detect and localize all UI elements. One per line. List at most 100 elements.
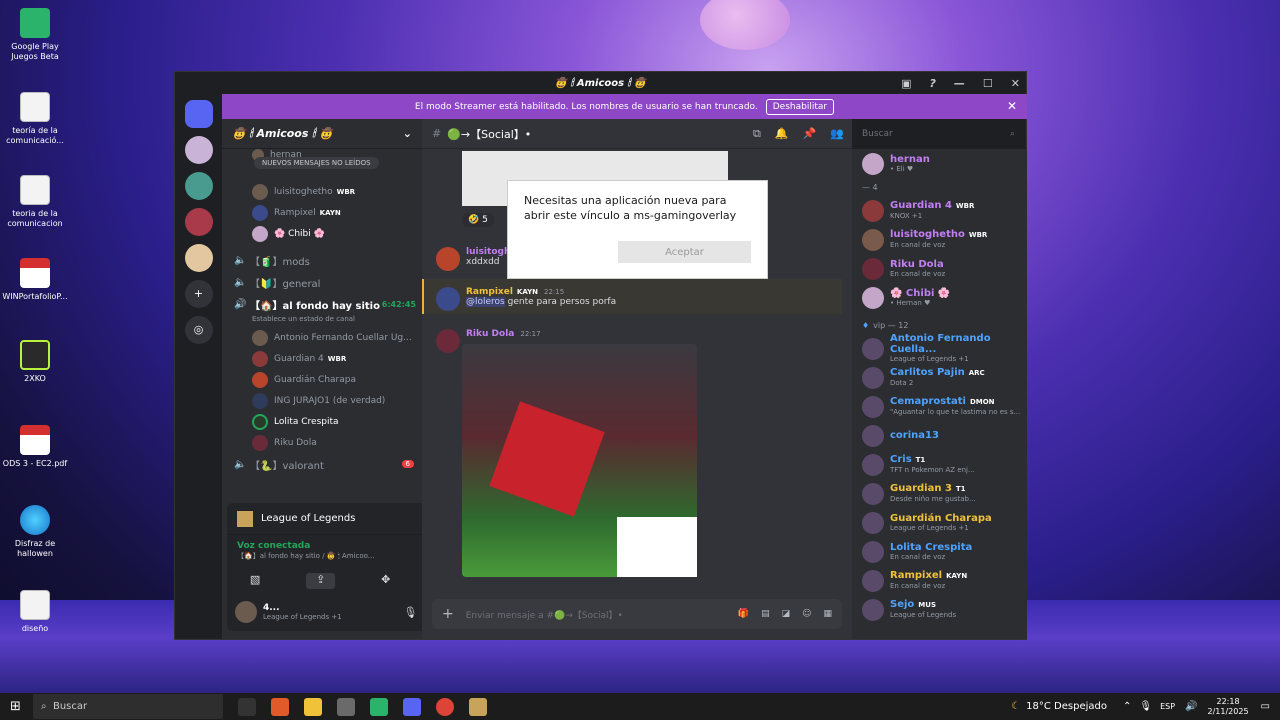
avatar bbox=[436, 247, 460, 271]
voice-member[interactable]: Riku Dola bbox=[222, 432, 422, 453]
avatar bbox=[252, 329, 268, 346]
voice-channel-active[interactable]: 🔊 【🏠】al fondo hay sitio 6:42:45 bbox=[222, 293, 422, 315]
emoji-picker-icon[interactable]: ☺ bbox=[802, 609, 811, 619]
search-icon: ⌕ bbox=[41, 701, 53, 712]
search-input[interactable]: Buscar ⌕ bbox=[856, 123, 1021, 145]
accept-button[interactable]: Aceptar bbox=[618, 241, 751, 263]
mention[interactable]: @loleros bbox=[466, 297, 505, 307]
volume-icon[interactable]: 🔊 bbox=[1185, 701, 1197, 712]
league-icon[interactable] bbox=[469, 697, 487, 716]
channel-status[interactable]: Establece un estado de canal bbox=[222, 315, 422, 327]
message[interactable]: luisitogh xddxdd bbox=[436, 247, 510, 271]
member-item[interactable]: corina13 bbox=[852, 421, 1027, 450]
help-icon[interactable]: ? bbox=[930, 77, 936, 90]
member-item[interactable]: Guardian 3 T1 Desde niño me gustab... bbox=[852, 479, 1027, 508]
app-icon[interactable] bbox=[370, 697, 388, 716]
server-icon[interactable] bbox=[184, 172, 213, 200]
member-item[interactable]: Guardián Charapa League of Legends +1 bbox=[852, 508, 1027, 537]
camera-icon[interactable]: ▧ bbox=[250, 573, 260, 589]
discord-home-icon[interactable] bbox=[184, 100, 213, 128]
close-banner-icon[interactable]: ✕ bbox=[1007, 99, 1017, 113]
close-button[interactable]: ✕ bbox=[1011, 77, 1020, 90]
clock[interactable]: 22:18 2/11/2025 bbox=[1208, 697, 1249, 717]
desktop-icon-pdf2[interactable]: ODS 3 - EC2.pdf bbox=[0, 425, 70, 469]
attachment-image[interactable] bbox=[462, 344, 697, 577]
avatar bbox=[862, 257, 884, 280]
language-indicator[interactable]: ESP bbox=[1160, 702, 1175, 711]
explore-icon[interactable]: ◎ bbox=[184, 316, 213, 344]
members-icon[interactable]: 👥 bbox=[830, 127, 844, 141]
server-icon[interactable] bbox=[184, 136, 213, 164]
desktop-icon-doc1[interactable]: teoría de la comunicació... bbox=[0, 92, 70, 146]
add-server-icon[interactable]: + bbox=[184, 280, 213, 308]
brave-icon[interactable] bbox=[271, 697, 289, 716]
gif-icon[interactable]: ▤ bbox=[761, 609, 770, 619]
voice-member[interactable]: ING JURAJO1 (de verdad) bbox=[222, 390, 422, 411]
voice-channel-valorant[interactable]: 🔈 【🐍】valorant 6 bbox=[222, 453, 422, 475]
apps-icon[interactable]: ▦ bbox=[823, 609, 832, 619]
member-item[interactable]: Cris T1 TFT n Pokemon AZ enj... bbox=[852, 450, 1027, 479]
maximize-button[interactable]: ☐ bbox=[983, 77, 993, 90]
sticker-icon[interactable]: ◪ bbox=[782, 609, 791, 619]
file-explorer-icon[interactable] bbox=[304, 697, 322, 716]
voice-member[interactable]: 🌸 Chibi 🌸 bbox=[222, 223, 422, 244]
threads-icon[interactable]: ⧉ bbox=[753, 127, 761, 141]
chrome-icon[interactable] bbox=[436, 697, 454, 716]
desktop-icon-pdf1[interactable]: WINPortafolioP... bbox=[0, 258, 70, 302]
voice-member[interactable]: Rampixel KAYN bbox=[222, 202, 422, 223]
microphone-icon[interactable]: 🎙 bbox=[403, 606, 417, 619]
gift-icon[interactable]: 🎁 bbox=[738, 609, 749, 619]
member-item[interactable]: Guardian 4 WBR KNOX +1 bbox=[852, 196, 1027, 225]
disable-streamer-button[interactable]: Deshabilitar bbox=[765, 98, 835, 115]
avatar bbox=[252, 392, 268, 409]
message[interactable]: Rampixel KAYN 22:15 @loleros gente para pe… bbox=[436, 287, 616, 311]
member-item[interactable]: luisitoghetho WBR En canal de voz bbox=[852, 225, 1027, 254]
server-icon[interactable] bbox=[184, 244, 213, 272]
voice-member[interactable]: Antonio Fernando Cuellar Ug... bbox=[222, 327, 422, 348]
member-item[interactable]: Sejo MUS League of Legends bbox=[852, 595, 1027, 624]
bell-icon[interactable]: 🔔 bbox=[775, 127, 789, 141]
voice-channel-general[interactable]: 🔈 【🔰】general bbox=[222, 271, 422, 293]
share-screen-icon[interactable]: ⇪ bbox=[306, 573, 336, 589]
add-attachment-icon[interactable]: + bbox=[442, 606, 454, 622]
member-item[interactable]: Riku Dola En canal de voz bbox=[852, 254, 1027, 283]
desktop-icon-diseno[interactable]: diseño bbox=[0, 590, 70, 634]
member-item[interactable]: Cemaprostati DMON "Aguantar lo que te last… bbox=[852, 392, 1027, 421]
notifications-icon[interactable]: ▭ bbox=[1261, 701, 1270, 712]
member-item[interactable]: Rampixel KAYN En canal de voz bbox=[852, 566, 1027, 595]
message-composer[interactable]: + Enviar mensaje a #🟢→【Social】• 🎁 ▤ ◪ ☺ … bbox=[432, 599, 842, 629]
voice-member[interactable]: Guardian 4 WBR bbox=[222, 348, 422, 369]
voice-member[interactable]: Lolita Crespita bbox=[222, 411, 422, 432]
taskbar-search[interactable]: ⌕ Buscar bbox=[33, 694, 223, 719]
weather-widget[interactable]: ☾ 18°C Despejado bbox=[1011, 701, 1107, 712]
desktop-icon-doc2[interactable]: teoria de la comunicacion bbox=[0, 175, 70, 229]
pin-icon[interactable]: 📌 bbox=[803, 127, 817, 141]
desktop-icon-google-play[interactable]: Google Play Juegos Beta bbox=[0, 8, 70, 62]
app-icon[interactable] bbox=[337, 697, 355, 716]
reaction-chip[interactable]: 🤣 5 bbox=[462, 213, 494, 227]
desktop-icon-edge[interactable]: Disfraz de hallowen bbox=[0, 505, 70, 559]
vip-member-list: Antonio Fernando Cuella... League of Lege… bbox=[852, 333, 1027, 624]
overlay-icon[interactable]: ▣ bbox=[901, 77, 911, 90]
discord-taskbar-icon[interactable] bbox=[403, 697, 421, 716]
chevron-up-icon[interactable]: ⌃ bbox=[1123, 701, 1131, 712]
voice-channel-mods[interactable]: 🔈 【🧃】mods bbox=[222, 249, 422, 271]
message[interactable]: Riku Dola 22:17 bbox=[436, 329, 541, 353]
member-item[interactable]: hernan • Eli ♥ bbox=[852, 149, 1027, 178]
guild-header[interactable]: 🤠 🕯 Amicoos 🕯 🤠 ⌄ bbox=[222, 119, 422, 149]
voice-member[interactable]: luisitoghetho WBR bbox=[222, 181, 422, 202]
avatar bbox=[862, 511, 884, 534]
microphone-icon[interactable]: 🎙 bbox=[1139, 701, 1152, 712]
new-messages-pill[interactable]: NUEVOS MENSAJES NO LEÍDOS bbox=[254, 157, 379, 169]
activities-icon[interactable]: ✥ bbox=[381, 573, 390, 589]
task-view-icon[interactable] bbox=[238, 697, 256, 716]
member-item[interactable]: 🌸 Chibi 🌸 • Hernan ♥ bbox=[852, 283, 1027, 312]
desktop-icon-2xko[interactable]: 2XKO bbox=[0, 340, 70, 384]
member-item[interactable]: Antonio Fernando Cuella... League of Lege… bbox=[852, 333, 1027, 363]
server-icon[interactable] bbox=[184, 208, 213, 236]
voice-member[interactable]: Guardián Charapa bbox=[222, 369, 422, 390]
member-item[interactable]: Carlitos Pajin ARC Dota 2 bbox=[852, 363, 1027, 392]
minimize-button[interactable]: — bbox=[954, 77, 965, 90]
windows-start-icon[interactable]: ⊞ bbox=[10, 699, 21, 714]
member-item[interactable]: Lolita Crespita En canal de voz bbox=[852, 537, 1027, 566]
